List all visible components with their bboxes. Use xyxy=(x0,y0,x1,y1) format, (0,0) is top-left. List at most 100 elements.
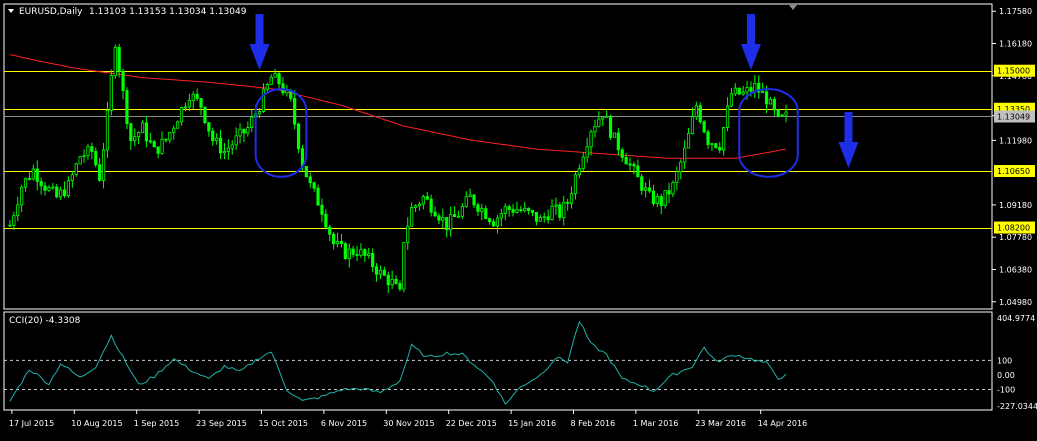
candle-body xyxy=(663,190,667,207)
current-price-tag-label: 1.13049 xyxy=(997,113,1030,122)
candle-body xyxy=(675,171,679,183)
candle-body xyxy=(628,163,632,166)
candle-body xyxy=(433,211,437,217)
candle-body xyxy=(133,136,137,142)
price-tick-label: 1.09180 xyxy=(999,201,1032,210)
price-tick-label: 1.16180 xyxy=(999,40,1032,49)
candle-body xyxy=(238,128,242,137)
candle-body xyxy=(226,147,230,152)
chart-window: 1.175801.161801.147801.130491.119801.091… xyxy=(0,0,1037,437)
candle-body xyxy=(441,217,445,221)
candle-body xyxy=(74,163,78,175)
candle xyxy=(737,87,741,96)
candle-body xyxy=(47,187,51,191)
candle xyxy=(113,44,117,79)
candle-body xyxy=(27,178,32,180)
chart-canvas: 1.175801.161801.147801.130491.119801.091… xyxy=(0,0,1037,437)
candle-body xyxy=(117,46,121,72)
candle-body xyxy=(168,131,172,141)
candle-body xyxy=(749,87,753,92)
candle-body xyxy=(511,209,515,213)
time-tick-label: 17 Jul 2015 xyxy=(9,419,54,428)
candle-body xyxy=(386,274,390,286)
candle-body xyxy=(367,253,371,256)
candle-body xyxy=(542,216,546,219)
candle-body xyxy=(417,203,422,207)
candle-body xyxy=(722,127,726,151)
candle-body xyxy=(218,137,223,154)
candle-body xyxy=(445,217,449,231)
candle-body xyxy=(140,122,145,134)
candle-body xyxy=(472,194,476,206)
candle-body xyxy=(515,209,519,213)
candle-body xyxy=(523,207,527,212)
cci-label: CCI(20) -4.3308 xyxy=(9,316,81,326)
time-tick-label: 15 Jan 2016 xyxy=(508,419,556,428)
candle-body xyxy=(558,204,562,218)
candle-body xyxy=(257,111,262,115)
candle-body xyxy=(651,190,656,204)
down-arrow-shaft xyxy=(844,112,853,144)
time-tick-label: 6 Nov 2015 xyxy=(321,419,367,428)
candle-body xyxy=(616,132,620,151)
candle-body xyxy=(207,122,211,132)
candle-body xyxy=(491,221,496,227)
candle-body xyxy=(410,207,414,227)
candle xyxy=(74,162,78,177)
candle-body xyxy=(737,87,741,95)
candle-body xyxy=(686,133,691,149)
candle-body xyxy=(137,132,141,138)
candle-body xyxy=(16,204,20,217)
candle-body xyxy=(160,138,164,154)
candle-body xyxy=(148,140,152,143)
candle xyxy=(304,166,308,178)
candle xyxy=(125,87,129,130)
candle-body xyxy=(710,143,714,146)
candle-body xyxy=(421,196,425,205)
time-tick-label: 8 Feb 2016 xyxy=(571,419,616,428)
price-tick-label: 1.07780 xyxy=(999,233,1032,242)
candle-body xyxy=(659,196,663,207)
candle-body xyxy=(359,249,363,256)
candle-body xyxy=(312,182,316,189)
candle-body xyxy=(66,180,71,197)
cci-tick-label: 100 xyxy=(997,356,1012,365)
candle xyxy=(176,120,180,129)
candle-body xyxy=(109,74,113,111)
candle-body xyxy=(608,115,613,138)
candle-body xyxy=(460,206,464,217)
candle xyxy=(109,69,113,116)
candle-body xyxy=(230,144,234,149)
time-tick-label: 23 Sep 2015 xyxy=(196,419,247,428)
candle-body xyxy=(640,176,644,191)
candle xyxy=(698,102,702,125)
candle-body xyxy=(655,196,659,204)
candle-body xyxy=(234,135,238,146)
candle-body xyxy=(363,249,367,256)
candle-body xyxy=(382,269,386,276)
candle-body xyxy=(671,182,675,195)
candle-body xyxy=(429,198,433,213)
time-tick-label: 1 Sep 2015 xyxy=(134,419,180,428)
candle-body xyxy=(199,98,203,108)
candle-body xyxy=(581,156,585,170)
candle-body xyxy=(729,93,734,107)
candle-body xyxy=(679,161,683,173)
candle-body xyxy=(725,105,730,128)
candle-body xyxy=(82,155,86,158)
candle-body xyxy=(620,149,624,158)
candle-body xyxy=(62,189,67,197)
candle-body xyxy=(343,243,347,260)
candle xyxy=(608,114,613,141)
candle-body xyxy=(304,166,308,178)
candle-body xyxy=(164,138,168,141)
candle-body xyxy=(152,141,156,148)
chart-symbol-label: EURUSD,Daily xyxy=(19,7,83,17)
candle xyxy=(663,190,667,209)
candle-body xyxy=(437,215,441,221)
time-tick-label: 10 Aug 2015 xyxy=(71,419,122,428)
candle-body xyxy=(398,283,402,290)
chart-background xyxy=(0,0,1037,437)
candle xyxy=(203,106,207,125)
candle-body xyxy=(534,212,539,222)
